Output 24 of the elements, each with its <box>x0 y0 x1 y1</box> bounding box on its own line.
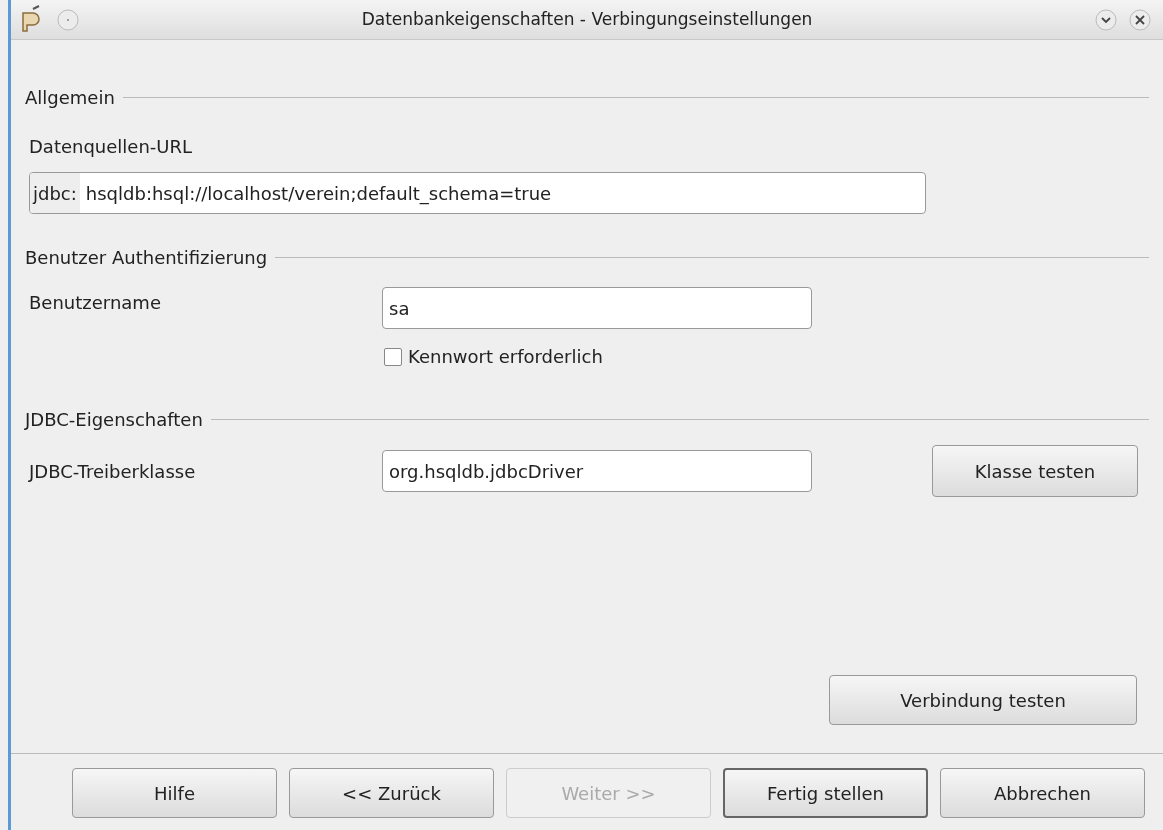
username-text: sa <box>389 296 410 321</box>
test-class-button[interactable]: Klasse testen <box>932 445 1138 497</box>
field-label: Benutzername <box>29 291 162 315</box>
driver-class-text: org.hsqldb.jdbcDriver <box>389 459 584 484</box>
dialog-button[interactable]: Fertig stellen <box>723 768 928 818</box>
checkbox[interactable] <box>384 347 402 366</box>
url-prefix: jdbc: <box>30 173 80 213</box>
username-field[interactable]: sa <box>382 287 812 329</box>
field-label: Datenquellen-URL <box>29 135 193 159</box>
section-heading: Benutzer Authentifizierung <box>25 246 268 270</box>
close-icon[interactable] <box>1129 8 1151 31</box>
dialog-button[interactable]: Abbrechen <box>940 768 1145 818</box>
window-title: Datenbankeigenschaften - Verbingungseinstellungen <box>361 7 813 31</box>
section-heading: Allgemein <box>25 86 115 110</box>
checkbox-label[interactable]: Kennwort erforderlich <box>408 343 603 370</box>
minimize-icon[interactable] <box>1095 8 1117 31</box>
field-label: JDBC-Treiberklasse <box>29 459 197 484</box>
url-field[interactable]: jdbc: hsqldb:hsql://localhost/verein;default_schema=true <box>29 172 926 214</box>
section-heading: JDBC-Eigenschaften <box>25 408 203 432</box>
test-connection-button[interactable]: Verbindung testen <box>829 675 1137 725</box>
url-text: hsqldb:hsql://localhost/verein;default_schema=true <box>84 181 552 207</box>
driver-class-field[interactable]: org.hsqldb.jdbcDriver <box>382 450 812 492</box>
dialog-button[interactable]: Hilfe <box>72 768 277 818</box>
dialog-button[interactable]: << Zurück <box>289 768 494 818</box>
